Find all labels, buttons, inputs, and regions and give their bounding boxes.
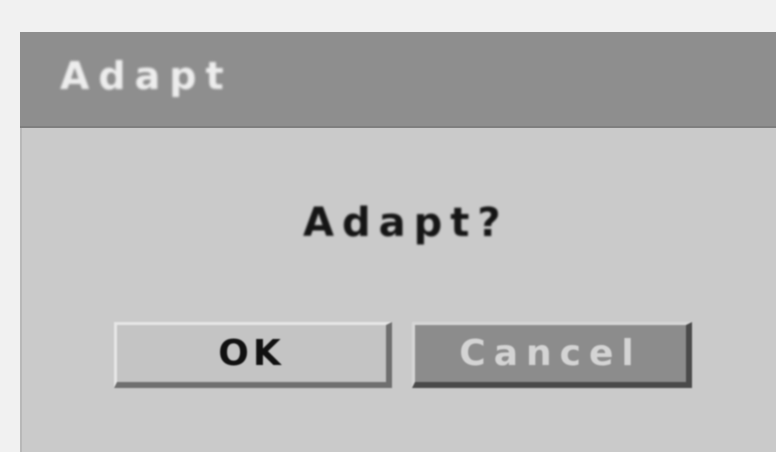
dialog-title: Adapt — [60, 54, 233, 98]
ok-button[interactable]: OK — [114, 322, 392, 388]
cancel-button-label: Cancel — [459, 333, 642, 374]
screen: Adapt Adapt? OK Cancel — [0, 0, 776, 452]
cancel-button[interactable]: Cancel — [412, 322, 692, 388]
dialog-message: Adapt? — [303, 200, 509, 246]
ok-button-label: OK — [218, 333, 285, 374]
adapt-dialog: Adapt Adapt? OK Cancel — [20, 32, 776, 452]
dialog-title-bar: Adapt — [20, 32, 776, 128]
